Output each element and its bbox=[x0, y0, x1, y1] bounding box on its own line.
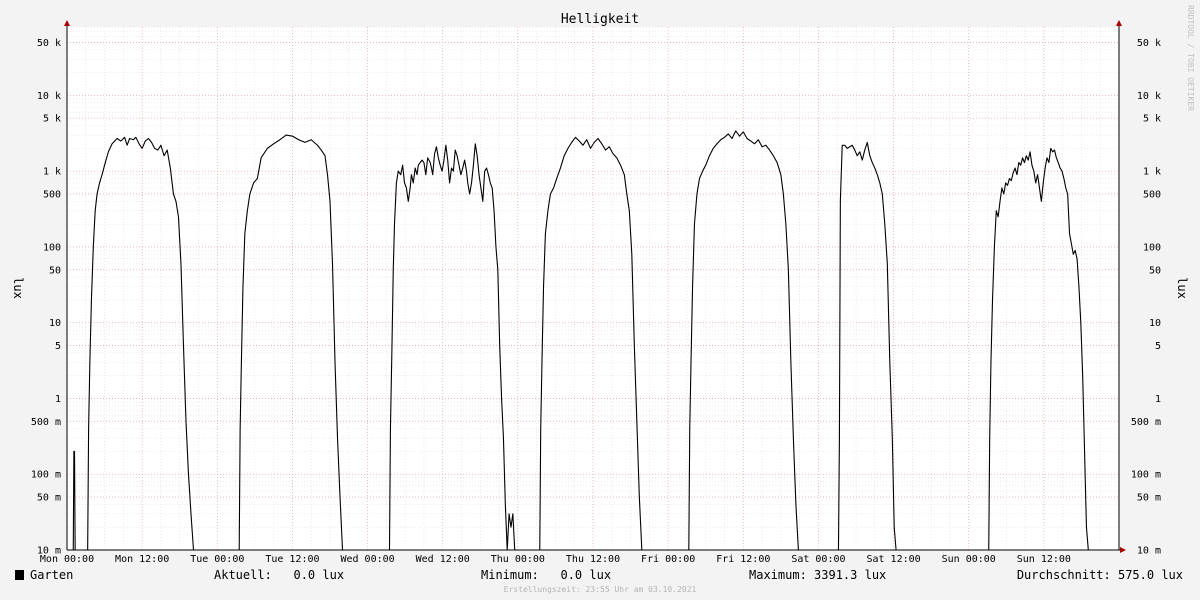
x-tick-label: Sat 12:00 bbox=[866, 554, 920, 565]
x-tick-label: Sat 00:00 bbox=[791, 554, 845, 565]
y-tick-label-right: 1 k bbox=[1143, 167, 1161, 178]
y-axis-label-right: lux bbox=[1175, 277, 1189, 299]
y-tick-label-right: 5 k bbox=[1143, 114, 1161, 125]
y-tick-label-right: 500 bbox=[1143, 189, 1161, 200]
x-tick-label: Fri 12:00 bbox=[716, 554, 770, 565]
rrd-graph: 10 m 50 m 100 m 500 m 1 5 10 50 100 500 1 k 5 k 10 k… bbox=[0, 0, 1200, 600]
x-tick-label: Tue 12:00 bbox=[265, 554, 319, 565]
x-tick-label: Thu 00:00 bbox=[491, 554, 545, 565]
y-tick-label-left: 5 k bbox=[43, 114, 61, 125]
y-tick-label-left: 5 bbox=[55, 341, 61, 352]
y-tick-label-right: 5 bbox=[1155, 341, 1161, 352]
brightness-chart: 10 m 50 m 100 m 500 m 1 5 10 50 100 500 1 k 5 k 10 k… bbox=[0, 0, 1200, 600]
chart-title: Helligkeit bbox=[561, 12, 639, 27]
y-tick-label-left: 500 bbox=[43, 189, 61, 200]
x-tick-label: Mon 12:00 bbox=[115, 554, 169, 565]
y-tick-label-right: 100 bbox=[1143, 242, 1161, 253]
creation-time-credit: Erstellungszeit: 23:55 Uhr am 03.10.2021 bbox=[504, 585, 697, 594]
rrdtool-watermark: RRDTOOL / TOBI OETIKER bbox=[1186, 5, 1195, 111]
y-tick-label-right: 50 bbox=[1149, 265, 1161, 276]
x-tick-label: Mon 00:00 bbox=[40, 554, 94, 565]
legend-current: Aktuell: 0.0 lux bbox=[214, 568, 344, 582]
x-tick-label: Thu 12:00 bbox=[566, 554, 620, 565]
legend-swatch-garten bbox=[15, 570, 24, 580]
y-axis-label-left: lux bbox=[11, 277, 25, 299]
x-tick-label: Sun 12:00 bbox=[1017, 554, 1071, 565]
legend-average: Durchschnitt: 575.0 lux bbox=[1017, 568, 1183, 582]
y-tick-label-left: 10 bbox=[49, 318, 61, 329]
y-tick-label-left: 10 k bbox=[37, 91, 61, 102]
x-tick-label: Wed 12:00 bbox=[416, 554, 470, 565]
y-tick-label-left: 50 m bbox=[37, 493, 61, 504]
y-tick-label-right: 500 m bbox=[1131, 417, 1161, 428]
x-tick-label: Sun 00:00 bbox=[942, 554, 996, 565]
y-tick-label-left: 1 bbox=[55, 394, 61, 405]
y-tick-label-right: 50 m bbox=[1137, 493, 1161, 504]
y-tick-label-left: 500 m bbox=[31, 417, 61, 428]
y-tick-label-left: 100 bbox=[43, 242, 61, 253]
y-tick-label-right: 10 bbox=[1149, 318, 1161, 329]
y-tick-label-left: 50 bbox=[49, 265, 61, 276]
y-tick-label-right: 10 k bbox=[1137, 91, 1161, 102]
y-tick-label-right: 10 m bbox=[1137, 546, 1161, 557]
y-tick-label-right: 50 k bbox=[1137, 38, 1161, 49]
y-tick-label-right: 1 bbox=[1155, 394, 1161, 405]
y-tick-label-right: 100 m bbox=[1131, 470, 1161, 481]
legend-minimum: Minimum: 0.0 lux bbox=[481, 568, 611, 582]
x-tick-label: Wed 00:00 bbox=[340, 554, 394, 565]
x-tick-label: Fri 00:00 bbox=[641, 554, 695, 565]
y-tick-label-left: 50 k bbox=[37, 38, 61, 49]
legend-label-garten: Garten bbox=[30, 568, 73, 582]
x-tick-label: Tue 00:00 bbox=[190, 554, 244, 565]
y-tick-label-left: 1 k bbox=[43, 167, 61, 178]
legend-maximum: Maximum: 3391.3 lux bbox=[749, 568, 886, 582]
y-tick-label-left: 100 m bbox=[31, 470, 61, 481]
